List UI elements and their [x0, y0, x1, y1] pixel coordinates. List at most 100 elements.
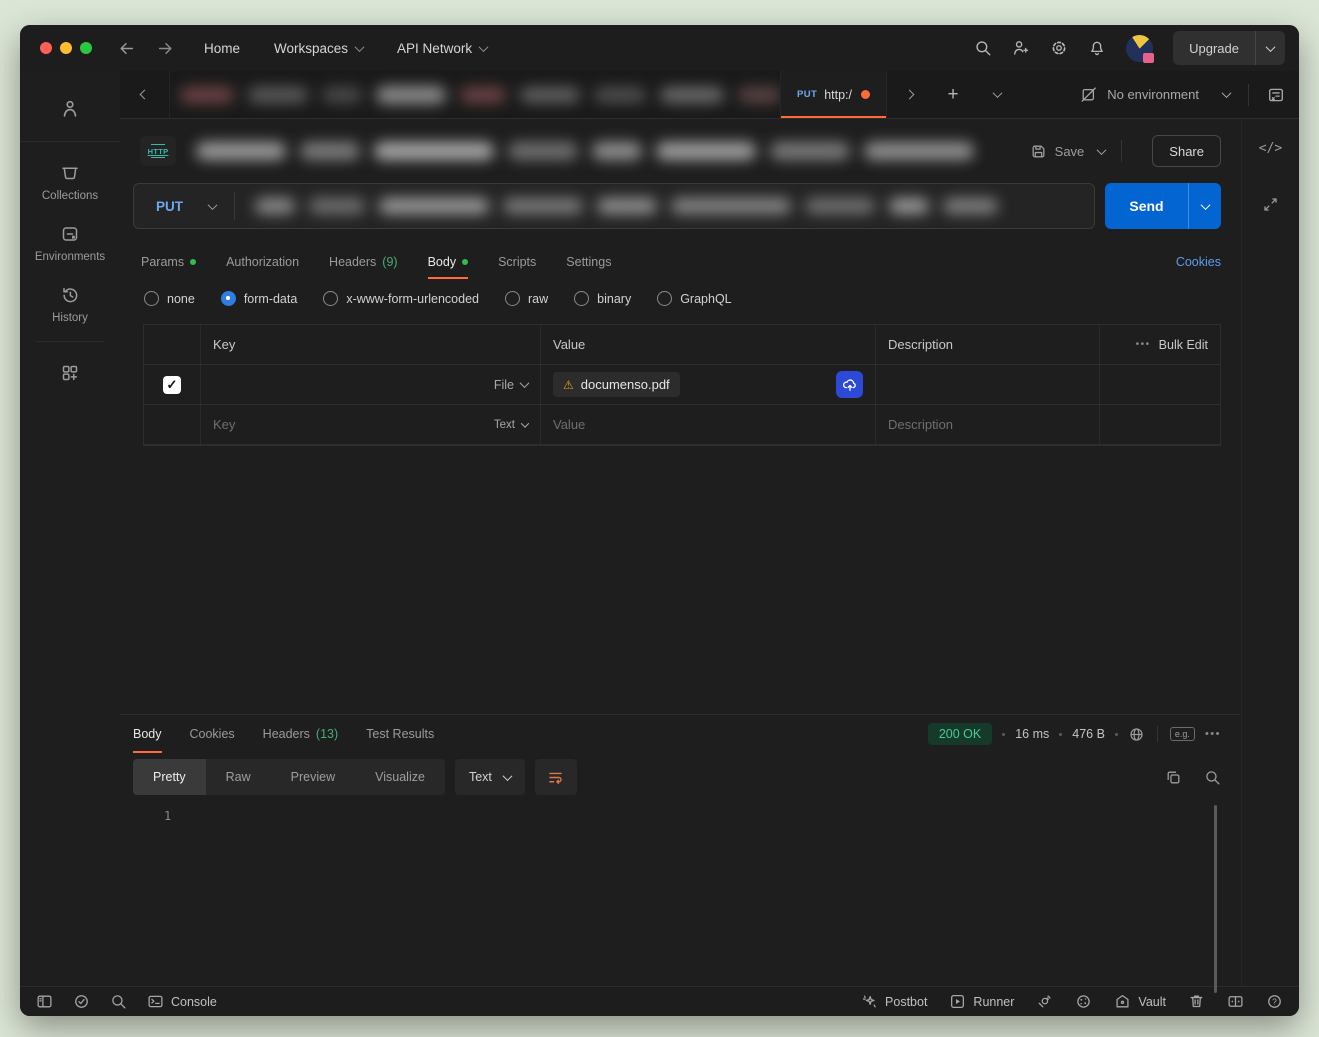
save-button[interactable]: Save — [1055, 144, 1085, 159]
sidebar-item-profile[interactable] — [20, 83, 120, 135]
status-check-icon[interactable] — [73, 993, 90, 1010]
description-input[interactable] — [888, 417, 1087, 432]
vault-button[interactable]: Vault — [1114, 993, 1166, 1010]
sidebar-configure-button[interactable] — [20, 352, 120, 394]
help-icon[interactable]: ? — [1266, 993, 1283, 1010]
save-options-chevron[interactable] — [1097, 145, 1107, 155]
radio-raw[interactable]: raw — [505, 291, 548, 306]
view-preview[interactable]: Preview — [271, 759, 355, 795]
redacted-url-input[interactable] — [249, 191, 1080, 221]
minimize-button[interactable] — [60, 42, 72, 54]
sidebar-item-environments[interactable]: Environments — [20, 213, 120, 274]
description-cell[interactable] — [876, 405, 1100, 444]
type-dropdown[interactable]: Text — [494, 419, 528, 431]
format-dropdown[interactable]: Text — [455, 759, 525, 795]
split-pane-icon[interactable] — [1227, 993, 1244, 1010]
radio-binary[interactable]: binary — [574, 291, 631, 306]
postbot-button[interactable]: Postbot — [861, 993, 927, 1010]
active-request-tab[interactable]: PUT http:/ — [780, 71, 887, 118]
value-input[interactable] — [553, 417, 863, 432]
sidebar-item-history[interactable]: History — [20, 274, 120, 335]
key-cell[interactable]: File — [201, 365, 541, 404]
scroll-tabs-right-chevron[interactable] — [887, 71, 931, 118]
capture-requests-icon[interactable] — [1036, 993, 1053, 1010]
share-button[interactable]: Share — [1152, 135, 1221, 167]
menu-workspaces[interactable]: Workspaces — [274, 41, 363, 56]
key-input[interactable] — [213, 417, 494, 432]
view-pretty[interactable]: Pretty — [133, 759, 206, 795]
search-response-icon[interactable] — [1204, 769, 1221, 786]
cookies-icon[interactable] — [1075, 993, 1092, 1010]
radio-form-data[interactable]: form-data — [221, 291, 298, 306]
tab-options-chevron[interactable] — [975, 71, 1019, 118]
invite-user-icon[interactable] — [1012, 39, 1030, 57]
file-chip[interactable]: ⚠ documenso.pdf — [553, 372, 680, 397]
send-button[interactable]: Send — [1105, 183, 1221, 229]
copy-icon[interactable] — [1165, 769, 1182, 786]
response-tab-body[interactable]: Body — [133, 715, 162, 753]
response-size[interactable]: 476 B — [1072, 727, 1105, 741]
trash-icon[interactable] — [1188, 993, 1205, 1010]
more-options-icon[interactable]: ••• — [1136, 339, 1151, 350]
view-visualize[interactable]: Visualize — [355, 759, 445, 795]
description-cell[interactable] — [876, 365, 1100, 404]
tab-headers[interactable]: Headers(9) — [329, 245, 398, 279]
tab-params[interactable]: Params — [141, 245, 196, 279]
radio-none[interactable]: none — [144, 291, 195, 306]
globe-icon[interactable] — [1128, 726, 1145, 743]
response-time[interactable]: 16 ms — [1015, 727, 1049, 741]
view-raw[interactable]: Raw — [206, 759, 271, 795]
upgrade-label[interactable]: Upgrade — [1173, 31, 1255, 65]
upgrade-button[interactable]: Upgrade — [1173, 31, 1285, 65]
key-input[interactable] — [213, 377, 494, 392]
code-snippet-icon[interactable]: </> — [1259, 141, 1282, 156]
back-arrow-icon[interactable] — [118, 40, 135, 57]
method-selector[interactable]: PUT — [134, 199, 234, 214]
example-icon[interactable]: e.g. — [1170, 727, 1195, 741]
response-tab-headers[interactable]: Headers(13) — [263, 715, 338, 753]
console-button[interactable]: Console — [147, 993, 217, 1010]
response-tab-cookies[interactable]: Cookies — [190, 715, 235, 753]
bulk-edit-button[interactable]: Bulk Edit — [1159, 338, 1208, 352]
send-label[interactable]: Send — [1105, 183, 1189, 229]
expand-panel-icon[interactable] — [1262, 196, 1279, 213]
value-cell[interactable] — [541, 405, 876, 444]
tab-body[interactable]: Body — [428, 245, 469, 279]
wrap-text-icon[interactable] — [535, 759, 577, 795]
runner-button[interactable]: Runner — [949, 993, 1014, 1010]
close-button[interactable] — [40, 42, 52, 54]
find-icon[interactable] — [110, 993, 127, 1010]
search-icon[interactable] — [974, 39, 992, 57]
upgrade-caret[interactable] — [1255, 31, 1285, 65]
response-body-editor[interactable]: 1 — [120, 801, 1241, 986]
response-more-options-icon[interactable]: ••• — [1205, 728, 1221, 740]
toggle-sidebar-icon[interactable] — [36, 993, 53, 1010]
send-options-chevron[interactable] — [1189, 183, 1221, 229]
menu-api-network[interactable]: API Network — [397, 41, 487, 56]
environment-selector[interactable]: No environment — [1080, 71, 1299, 118]
tab-authorization[interactable]: Authorization — [226, 245, 299, 279]
radio-x-www-form-urlencoded[interactable]: x-www-form-urlencoded — [323, 291, 479, 306]
save-floppy-icon[interactable] — [1030, 143, 1047, 160]
radio-graphql[interactable]: GraphQL — [657, 291, 731, 306]
notifications-bell-icon[interactable] — [1088, 39, 1106, 57]
response-tab-test-results[interactable]: Test Results — [366, 715, 434, 753]
upload-file-button[interactable] — [836, 371, 863, 398]
collapse-sidebar-chevron[interactable] — [120, 71, 170, 118]
row-checkbox-checked[interactable]: ✓ — [163, 376, 181, 394]
environment-quick-look-icon[interactable] — [1267, 86, 1285, 104]
tab-scripts[interactable]: Scripts — [498, 245, 536, 279]
forward-arrow-icon[interactable] — [157, 40, 174, 57]
status-badge[interactable]: 200 OK — [928, 723, 992, 745]
menu-home[interactable]: Home — [204, 41, 240, 56]
key-cell[interactable]: Text — [201, 405, 541, 444]
scrollbar[interactable] — [1214, 805, 1217, 993]
maximize-button[interactable] — [80, 42, 92, 54]
sidebar-item-collections[interactable]: Collections — [20, 152, 120, 213]
tab-settings[interactable]: Settings — [566, 245, 611, 279]
cookies-link[interactable]: Cookies — [1176, 255, 1221, 269]
user-avatar[interactable] — [1126, 35, 1153, 62]
settings-gear-icon[interactable] — [1050, 39, 1068, 57]
new-tab-button[interactable]: + — [931, 71, 975, 118]
type-dropdown[interactable]: File — [494, 378, 528, 392]
